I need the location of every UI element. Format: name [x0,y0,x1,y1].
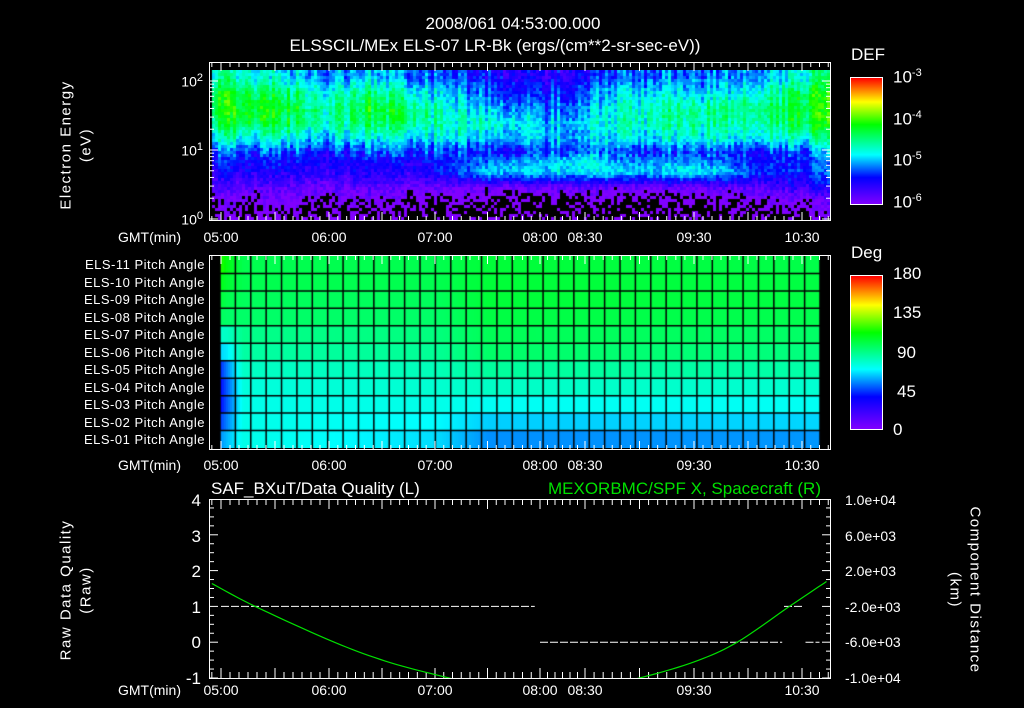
pitch-angle-row-label: ELS-05 Pitch Angle [83,362,205,377]
pitch-angle-row-label: ELS-10 Pitch Angle [83,274,205,290]
spectrogram-yunit: (eV) [77,127,95,163]
left-y-tick-label: 3 [191,526,201,546]
component-distance-ylabel: Component Distance [966,506,984,674]
pitch-angle-row-label: ELS-09 Pitch Angle [83,292,205,307]
energy-tick-10: 101 [181,141,203,159]
deg-tick-0: 0 [893,420,903,439]
energy-tick-1: 100 [181,210,203,228]
x-tick-label: 09:30 [676,457,712,473]
deg-colorbar [850,275,883,430]
x-axis-label: GMT(min) [118,229,181,245]
deg-tick-90: 90 [897,343,916,362]
pitch-angle-row-label: ELS-02 Pitch Angle [83,414,205,430]
pitch-angle-row-label: ELS-04 Pitch Angle [83,379,205,395]
x-tick-label: 07:00 [417,682,453,698]
x-tick-label: 09:30 [676,682,712,698]
x-tick-label: 08:30 [567,229,603,245]
right-y-tick-label: 1.0e+04 [845,492,896,508]
left-y-tick-label: 2 [191,562,201,582]
x-tick-label: 08:30 [567,457,603,473]
spectrogram-ticks [209,62,831,221]
def-tick-1e-3: 10-3 [893,67,922,87]
pitch-angle-row-label: ELS-06 Pitch Angle [83,344,205,360]
deg-colorbar-label: Deg [851,243,883,262]
deg-tick-45: 45 [897,382,916,401]
deg-tick-180: 180 [893,264,922,283]
x-tick-label: 10:30 [784,229,820,245]
left-y-tick-label: 1 [191,597,201,617]
x-tick-label: 10:30 [784,682,820,698]
pitch-angle-row-label: ELS-01 Pitch Angle [83,432,205,447]
def-tick-1e-5: 10-5 [893,150,922,170]
x-tick-label: 09:30 [676,229,712,245]
x-tick-label: 06:00 [311,457,347,473]
x-tick-label: 05:00 [203,682,239,698]
line-plot-frame [209,499,831,679]
x-tick-label: 08:00 [522,229,558,245]
left-y-tick-label: 0 [191,633,201,653]
x-tick-label: 08:00 [522,682,558,698]
x-tick-label: 07:00 [417,457,453,473]
right-y-tick-label: -2.0e+03 [845,598,901,615]
spectrogram-title: ELSSCIL/MEx ELS-07 LR-Bk (ergs/(cm**2-sr… [289,36,701,55]
component-distance-yunit: (km) [946,572,964,608]
x-axis-label: GMT(min) [118,457,181,473]
x-tick-label: 08:00 [522,457,558,473]
data-quality-yunit: (Raw) [77,566,95,614]
x-tick-label: 06:00 [311,229,347,245]
data-quality-ylabel: Raw Data Quality [57,519,75,661]
left-y-tick-label: 4 [191,491,201,510]
def-tick-1e-6: 10-6 [893,192,922,212]
x-tick-label: 10:30 [784,457,820,473]
def-tick-1e-4: 10-4 [893,109,922,129]
spacecraft-x-title: MEXORBMC/SPF X, Spacecraft (R) [548,479,821,498]
x-tick-label: 05:00 [203,229,239,245]
pitch-angle-row-label: ELS-03 Pitch Angle [83,397,205,412]
x-tick-label: 07:00 [417,229,453,245]
spectrogram-ylabel: Electron Energy [57,80,75,210]
plot-datetime: 2008/061 04:53:00.000 [425,14,601,33]
data-quality-title: SAF_BXuT/Data Quality (L) [211,479,420,498]
def-colorbar-label: DEF [851,45,885,64]
def-colorbar [850,77,883,205]
x-tick-label: 08:30 [567,682,603,698]
x-axis-label: GMT(min) [118,682,181,698]
right-y-tick-label: -6.0e+03 [845,634,901,651]
left-y-tick-label: -1 [185,669,201,688]
right-y-tick-label: -1.0e+04 [845,670,901,686]
pitch-angle-row-label: ELS-08 Pitch Angle [83,309,205,325]
pitch-angle-row-label: ELS-07 Pitch Angle [83,327,205,342]
x-tick-label: 05:00 [203,457,239,473]
right-y-tick-label: 2.0e+03 [845,563,896,580]
right-y-tick-label: 6.0e+03 [845,527,896,544]
deg-tick-135: 135 [893,303,922,322]
energy-tick-100: 102 [181,72,203,90]
x-tick-label: 06:00 [311,682,347,698]
pitch-angle-row-label: ELS-11 Pitch Angle [84,257,205,272]
pitch-angle-ticks [211,255,829,450]
